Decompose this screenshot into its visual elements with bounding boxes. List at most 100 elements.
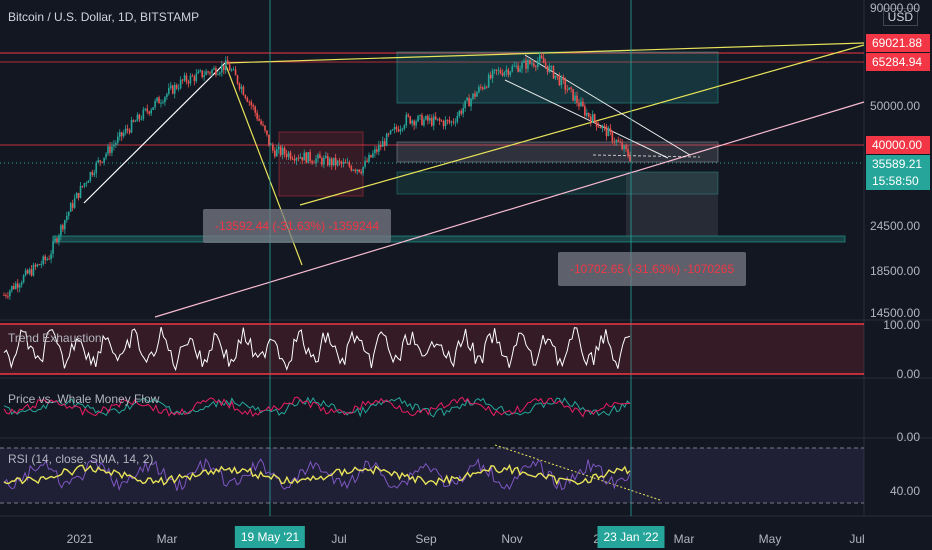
candle-body [24,270,27,276]
candle-body [26,270,29,274]
candle-body [81,185,84,187]
candle-body [301,157,304,161]
chart-canvas[interactable] [0,0,932,550]
candle-body [393,127,396,130]
candle-body [554,75,557,79]
candle-body [85,182,88,184]
candle-body [95,162,98,174]
candle-body [503,72,506,76]
time-tick: Jul [849,532,865,546]
candle-body [507,69,510,75]
candle-body [285,153,288,157]
candle-body [79,185,82,198]
candle-body [299,157,302,159]
time-tick: Mar [156,532,178,546]
candle-body [14,283,17,289]
candle-body [319,154,321,159]
candle-body [50,253,52,260]
candle-body [607,128,610,137]
candle-body [115,142,117,145]
candle-body [535,66,537,67]
candle-body [321,158,323,165]
candle-body [199,70,202,72]
candle-body [544,63,547,66]
candle-body [264,125,266,131]
candle-body [99,160,101,162]
candle-body [560,76,563,86]
candle-body [256,112,258,119]
price-tag-65284: 65284.94 [866,53,930,71]
candle-body [468,97,470,107]
candle-body [217,74,219,75]
candle-body [289,152,292,159]
candle-body [427,115,429,121]
candle-body [238,83,241,89]
candle-body [325,155,327,158]
candle-body [617,140,620,142]
candle-body [578,102,580,107]
zone-consolidation[interactable] [278,131,364,197]
candle-body [360,171,362,174]
candle-body [91,172,94,175]
candle-body [203,75,205,77]
candle-body [452,121,455,123]
candle-body [275,149,278,157]
candle-body [154,100,156,108]
candle-body [564,79,567,90]
whale-tick: 0.00 [896,430,920,444]
zone-projection[interactable] [626,172,718,236]
candle-body [454,121,457,123]
time-marker-tag: 19 May '21 [234,526,306,548]
candle-body [552,66,555,79]
candle-body [519,68,521,72]
whale-flow-title: Price vs. Whale Money Flow [8,392,160,406]
candle-body [315,158,317,164]
zone-mid[interactable] [396,141,719,163]
candle-body [470,98,472,107]
candle-body [513,65,516,67]
candle-body [430,118,433,126]
candle-body [175,84,178,89]
candle-body [242,86,245,96]
candle-body [7,296,9,297]
candle-body [536,61,539,67]
candle-body [366,160,368,162]
candle-body [379,145,382,147]
candle-body [150,109,152,114]
candle-body [307,152,309,163]
candle-body [9,290,11,297]
candle-body [230,69,233,71]
candle-body [122,132,125,137]
candle-body [621,142,623,150]
candle-body [209,72,211,74]
time-tick: 2021 [66,532,94,546]
measurement-label-left[interactable]: -13592.44 (-31.63%) -1359244 [203,209,392,243]
candle-body [44,256,47,260]
candle-body [629,155,631,161]
candle-body [326,155,329,166]
candle-body [303,152,306,161]
candle-body [67,211,70,216]
candle-body [240,86,243,89]
candle-body [193,76,196,81]
candle-body [134,121,137,123]
zone-support[interactable] [52,235,846,243]
candle-body [595,120,598,127]
candle-body [254,106,256,113]
candle-body [438,118,441,121]
trendline-white-rise[interactable] [83,62,226,204]
measurement-label-right[interactable]: -10702.65 (-31.63%) -1070265 [558,252,747,286]
candle-body [272,144,274,151]
candle-body [429,118,431,121]
candle-body [46,258,48,260]
candle-body [483,86,486,89]
candle-body [136,114,139,122]
candle-body [244,95,247,98]
candle-body [228,64,231,71]
candle-body [20,282,23,286]
candle-body [415,121,417,126]
candle-body [65,215,68,221]
candle-body [364,160,366,167]
candle-body [11,285,13,291]
candle-body [283,147,286,154]
